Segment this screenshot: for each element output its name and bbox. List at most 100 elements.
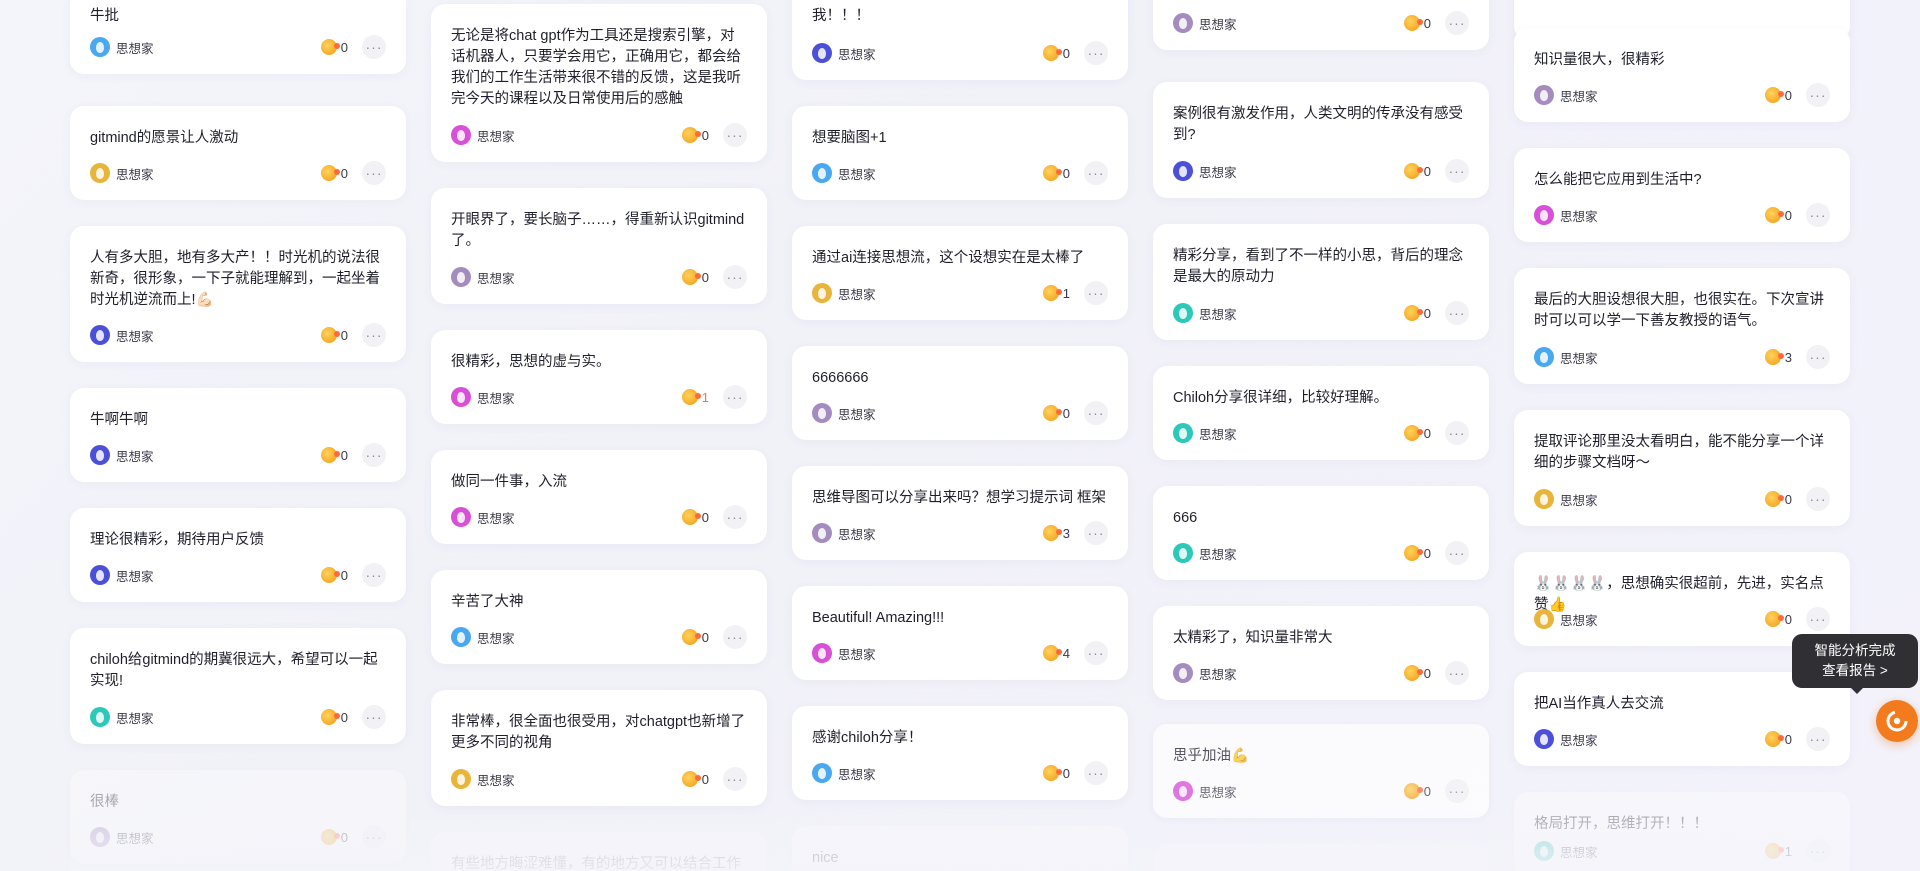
- comment-card[interactable]: 想要脑图+1 思想家 0 ···: [792, 106, 1128, 200]
- more-options-button[interactable]: ···: [362, 443, 386, 467]
- comment-card[interactable]: 无论是将chat gpt作为工具还是搜索引擎，对话机器人，只要学会用它，正确用它…: [431, 4, 767, 162]
- like-button[interactable]: 3: [1764, 349, 1792, 365]
- more-options-button[interactable]: ···: [723, 767, 747, 791]
- more-options-button[interactable]: ···: [1806, 83, 1830, 107]
- more-options-button[interactable]: ···: [362, 563, 386, 587]
- like-button[interactable]: 3: [1042, 525, 1070, 541]
- comment-card[interactable]: 牛批 思想家 0 ···: [70, 0, 406, 74]
- comment-card[interactable]: 通过ai连接思想流，这个设想实在是太棒了 思想家 1 ···: [792, 226, 1128, 320]
- comment-card[interactable]: 理论很精彩，期待用户反馈 思想家 0 ···: [70, 508, 406, 602]
- like-button[interactable]: 0: [320, 447, 348, 463]
- comment-card[interactable]: nice: [792, 826, 1128, 871]
- comment-card[interactable]: 🐰🐰🐰🐰，思想确实很超前，先进，实名点赞👍 思想家 0 ···: [1514, 552, 1850, 646]
- more-options-button[interactable]: ···: [723, 505, 747, 529]
- comment-card[interactable]: 思维导图可以分享出来吗？想学习提示词 框架 思想家 3 ···: [792, 466, 1128, 560]
- like-button[interactable]: 0: [320, 567, 348, 583]
- like-button[interactable]: 0: [320, 39, 348, 55]
- comment-card[interactable]: gitmind的愿景让人激动 思想家 0 ···: [70, 106, 406, 200]
- comment-card[interactable]: 很精彩，思想的虚与实。 思想家 1 ···: [431, 330, 767, 424]
- comment-card[interactable]: 辛苦了大神 思想家 0 ···: [431, 570, 767, 664]
- analysis-complete-tooltip[interactable]: 智能分析完成 查看报告 >: [1792, 634, 1918, 694]
- more-options-button[interactable]: ···: [1084, 281, 1108, 305]
- comment-card[interactable]: 很棒 思想家 0 ···: [70, 770, 406, 864]
- like-button[interactable]: 0: [1403, 545, 1431, 561]
- like-button[interactable]: 0: [1764, 207, 1792, 223]
- comment-card[interactable]: 非常棒，很全面也很受用，对chatgpt也新增了更多不同的视角 思想家 0 ··…: [431, 690, 767, 806]
- more-options-button[interactable]: ···: [1806, 203, 1830, 227]
- comment-card[interactable]: 开眼界了，要长脑子……，得重新认识gitmind了。 思想家 0 ···: [431, 188, 767, 304]
- comment-card[interactable]: Beautiful! Amazing!!! 思想家 4 ···: [792, 586, 1128, 680]
- more-options-button[interactable]: ···: [1084, 41, 1108, 65]
- like-button[interactable]: 0: [1764, 87, 1792, 103]
- like-button[interactable]: 0: [1403, 783, 1431, 799]
- like-button[interactable]: 1: [1764, 843, 1792, 859]
- like-button[interactable]: 0: [1042, 165, 1070, 181]
- like-button[interactable]: 0: [681, 127, 709, 143]
- like-button[interactable]: 0: [1403, 665, 1431, 681]
- comment-card[interactable]: 格局打开，思维打开！！！ 思想家 1 ···: [1514, 792, 1850, 871]
- like-button[interactable]: 0: [320, 327, 348, 343]
- like-button[interactable]: 0: [1042, 405, 1070, 421]
- more-options-button[interactable]: ···: [362, 825, 386, 849]
- like-button[interactable]: 0: [1042, 765, 1070, 781]
- comment-card[interactable]: 知识量很大，很精彩 思想家 0 ···: [1514, 28, 1850, 122]
- comment-card[interactable]: 思乎加油💪 思想家 0 ···: [1153, 724, 1489, 818]
- comment-card[interactable]: 人有多大胆，地有多大产！！时光机的说法很新奇，很形象，一下子就能理解到，一起坐着…: [70, 226, 406, 362]
- like-button[interactable]: 0: [1764, 611, 1792, 627]
- comment-card[interactable]: 太精彩了，知识量非常大 思想家 0 ···: [1153, 606, 1489, 700]
- comment-card[interactable]: 思想家 0 ···: [1153, 0, 1489, 50]
- analysis-fab-button[interactable]: [1876, 700, 1918, 742]
- like-button[interactable]: 0: [320, 709, 348, 725]
- like-button[interactable]: 0: [1403, 15, 1431, 31]
- comment-card[interactable]: 做同一件事，入流 思想家 0 ···: [431, 450, 767, 544]
- view-report-link[interactable]: 查看报告 >: [1792, 661, 1918, 681]
- comment-card[interactable]: 6666666 思想家 0 ···: [792, 346, 1128, 440]
- more-options-button[interactable]: ···: [1445, 779, 1469, 803]
- like-button[interactable]: 0: [320, 829, 348, 845]
- like-button[interactable]: 0: [681, 269, 709, 285]
- more-options-button[interactable]: ···: [362, 323, 386, 347]
- like-button[interactable]: 0: [1764, 731, 1792, 747]
- comment-card[interactable]: [1153, 844, 1489, 871]
- comment-card[interactable]: 牛啊牛啊 思想家 0 ···: [70, 388, 406, 482]
- comment-card[interactable]: 精彩分享，看到了不一样的小思，背后的理念是最大的原动力 思想家 0 ···: [1153, 224, 1489, 340]
- like-button[interactable]: 0: [1042, 45, 1070, 61]
- more-options-button[interactable]: ···: [362, 705, 386, 729]
- comment-card[interactable]: Chiloh分享很详细，比较好理解。 思想家 0 ···: [1153, 366, 1489, 460]
- comment-card[interactable]: 案例很有激发作用，人类文明的传承没有感受到? 思想家 0 ···: [1153, 82, 1489, 198]
- more-options-button[interactable]: ···: [362, 161, 386, 185]
- more-options-button[interactable]: ···: [723, 385, 747, 409]
- like-button[interactable]: 4: [1042, 645, 1070, 661]
- more-options-button[interactable]: ···: [1806, 607, 1830, 631]
- comment-card[interactable]: 我！！！ 思想家 0 ···: [792, 0, 1128, 80]
- more-options-button[interactable]: ···: [1084, 521, 1108, 545]
- more-options-button[interactable]: ···: [1084, 641, 1108, 665]
- like-button[interactable]: 0: [1403, 163, 1431, 179]
- like-button[interactable]: 0: [681, 629, 709, 645]
- more-options-button[interactable]: ···: [1084, 401, 1108, 425]
- comment-card[interactable]: 666 思想家 0 ···: [1153, 486, 1489, 580]
- more-options-button[interactable]: ···: [723, 625, 747, 649]
- more-options-button[interactable]: ···: [1445, 421, 1469, 445]
- like-button[interactable]: 1: [681, 389, 709, 405]
- more-options-button[interactable]: ···: [1084, 761, 1108, 785]
- more-options-button[interactable]: ···: [1445, 159, 1469, 183]
- comment-card[interactable]: chiloh给gitmind的期冀很远大，希望可以一起实现! 思想家 0 ···: [70, 628, 406, 744]
- more-options-button[interactable]: ···: [362, 35, 386, 59]
- more-options-button[interactable]: ···: [1445, 661, 1469, 685]
- more-options-button[interactable]: ···: [1806, 487, 1830, 511]
- like-button[interactable]: 0: [1403, 425, 1431, 441]
- like-button[interactable]: 0: [1403, 305, 1431, 321]
- more-options-button[interactable]: ···: [1445, 541, 1469, 565]
- like-button[interactable]: 0: [681, 509, 709, 525]
- like-button[interactable]: 0: [320, 165, 348, 181]
- more-options-button[interactable]: ···: [723, 123, 747, 147]
- more-options-button[interactable]: ···: [723, 265, 747, 289]
- more-options-button[interactable]: ···: [1445, 11, 1469, 35]
- comment-card[interactable]: 最后的大胆设想很大胆，也很实在。下次宣讲时可以可以学一下善友教授的语气。 思想家…: [1514, 268, 1850, 384]
- comment-card[interactable]: 怎么能把它应用到生活中? 思想家 0 ···: [1514, 148, 1850, 242]
- comment-card[interactable]: 有些地方晦涩难懂，有的地方又可以结合工作生: [431, 832, 767, 871]
- more-options-button[interactable]: ···: [1084, 161, 1108, 185]
- like-button[interactable]: 0: [1764, 491, 1792, 507]
- like-button[interactable]: 0: [681, 771, 709, 787]
